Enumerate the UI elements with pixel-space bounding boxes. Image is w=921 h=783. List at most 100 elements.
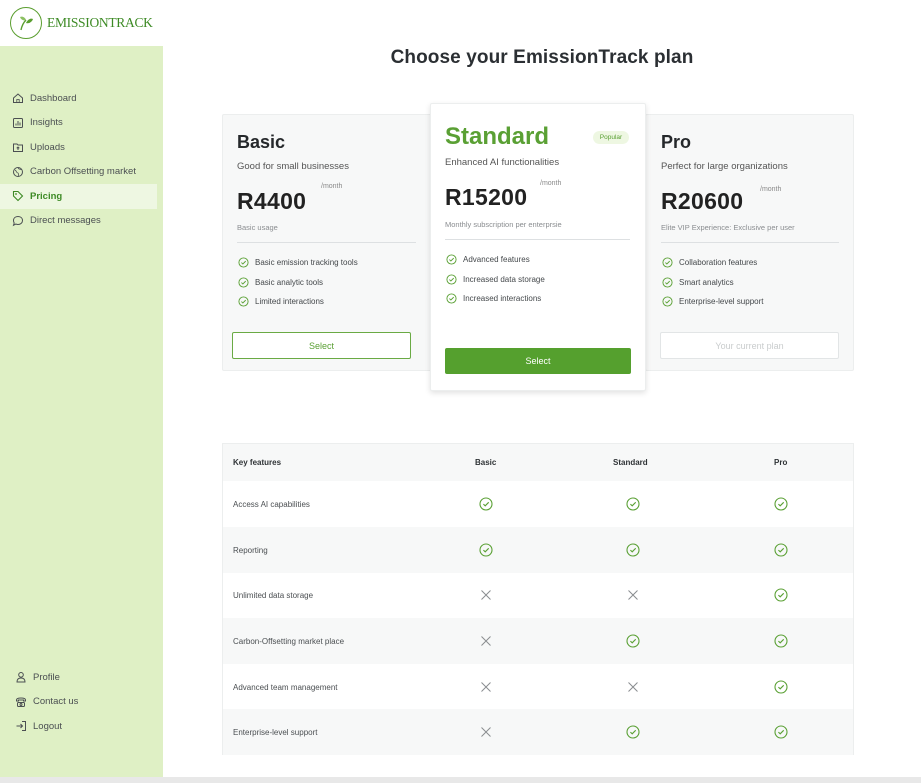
divider	[661, 242, 839, 243]
feature-item: Basic emission tracking tools	[238, 257, 358, 268]
per-month-label: /month	[760, 186, 782, 193]
cross-icon	[479, 725, 493, 739]
feature-label: Increased data storage	[463, 275, 545, 284]
cross-icon	[626, 588, 640, 602]
check-circle-icon	[662, 257, 673, 268]
feature-item: Limited interactions	[238, 296, 324, 307]
sidebar-item-label: Dashboard	[30, 92, 77, 104]
sidebar-item-carbon-offsetting[interactable]: Carbon Offsetting market	[0, 160, 163, 185]
sidebar-item-dashboard[interactable]: Dashboard	[0, 86, 163, 111]
sidebar: EMISSIONTRACK Dashboard Insights Uploads…	[0, 0, 163, 783]
table-row: Unlimited data storage	[223, 572, 853, 618]
plan-subtitle: Good for small businesses	[237, 161, 349, 172]
check-circle-icon	[662, 277, 673, 288]
per-month-label: /month	[321, 183, 343, 190]
select-standard-button[interactable]: Select	[445, 348, 631, 374]
check-circle-icon	[446, 293, 457, 304]
current-plan-button[interactable]: Your current plan	[660, 332, 839, 359]
check-circle-icon	[626, 725, 640, 739]
plan-subtitle: Enhanced AI functionalities	[445, 157, 560, 168]
divider	[237, 242, 416, 243]
feature-name-cell: Enterprise-level support	[233, 727, 318, 737]
check-circle-icon	[446, 274, 457, 285]
select-basic-button[interactable]: Select	[232, 332, 411, 359]
feature-item: Basic analytic tools	[238, 277, 323, 288]
brand-name: EMISSIONTRACK	[47, 15, 153, 30]
feature-item: Increased interactions	[446, 293, 541, 304]
sidebar-item-label: Insights	[30, 117, 63, 129]
comparison-table: Key features Basic Standard Pro Access A…	[222, 443, 854, 755]
sidebar-item-profile[interactable]: Profile	[0, 665, 163, 690]
sidebar-item-insights[interactable]: Insights	[0, 111, 163, 136]
check-circle-icon	[774, 497, 788, 511]
plan-note: Monthly subscription per enterprsie	[445, 220, 562, 229]
check-circle-icon	[479, 497, 493, 511]
sidebar-item-uploads[interactable]: Uploads	[0, 135, 163, 160]
feature-name-cell: Unlimited data storage	[233, 590, 314, 600]
feature-label: Limited interactions	[255, 297, 324, 306]
plan-price: R4400	[237, 188, 307, 214]
feature-name-cell: Advanced team management	[233, 682, 338, 692]
plan-name: Pro	[661, 132, 692, 152]
feature-label: Advanced features	[463, 255, 530, 264]
table-row: Advanced team management	[223, 664, 853, 710]
feature-item: Smart analytics	[662, 277, 734, 288]
check-circle-icon	[626, 634, 640, 648]
column-header-basic: Basic	[475, 458, 497, 467]
table-row: Enterprise-level support	[223, 709, 853, 755]
plan-name: Basic	[237, 132, 286, 152]
phone-icon	[14, 695, 28, 709]
chart-icon	[11, 116, 25, 130]
check-circle-icon	[238, 277, 249, 288]
check-circle-icon	[479, 543, 493, 557]
chat-icon	[11, 214, 25, 228]
page-title: Choose your EmissionTrack plan	[390, 47, 694, 68]
table-row: Carbon-Offsetting market place	[223, 618, 853, 664]
check-circle-icon	[238, 257, 249, 268]
feature-item: Advanced features	[446, 254, 530, 265]
plan-name: Standard	[445, 123, 550, 150]
plan-note: Elite VIP Experience: Exclusive per user	[661, 223, 795, 232]
sidebar-item-label: Uploads	[30, 141, 65, 153]
feature-label: Basic emission tracking tools	[255, 258, 358, 267]
sidebar-item-label: Pricing	[30, 190, 63, 202]
check-circle-icon	[626, 543, 640, 557]
feature-label: Increased interactions	[463, 294, 542, 303]
feature-name-cell: Reporting	[233, 545, 268, 555]
logo[interactable]: EMISSIONTRACK	[0, 0, 163, 46]
bottom-scroll-edge	[0, 777, 921, 783]
upload-icon	[11, 140, 25, 154]
popular-badge: Popular	[593, 131, 629, 144]
feature-label: Smart analytics	[679, 278, 734, 287]
check-circle-icon	[662, 296, 673, 307]
sidebar-bottom-nav: Profile Contact us Logout	[0, 665, 163, 739]
column-header-pro: Pro	[774, 458, 788, 467]
sidebar-item-label: Profile	[33, 671, 60, 683]
feature-item: Collaboration features	[662, 257, 757, 268]
leaf-logo-icon	[10, 7, 42, 39]
sidebar-item-label: Direct messages	[30, 215, 101, 227]
check-circle-icon	[774, 634, 788, 648]
feature-label: Enterprise-level support	[679, 297, 764, 306]
user-icon	[14, 670, 28, 684]
tag-icon	[11, 189, 25, 203]
check-circle-icon	[774, 543, 788, 557]
feature-label: Collaboration features	[679, 258, 758, 267]
cross-icon	[626, 680, 640, 694]
sidebar-item-direct-messages[interactable]: Direct messages	[0, 209, 163, 234]
sidebar-item-label: Contact us	[33, 696, 79, 708]
check-circle-icon	[774, 680, 788, 694]
sidebar-item-contact[interactable]: Contact us	[0, 690, 163, 715]
feature-item: Increased data storage	[446, 274, 545, 285]
column-header-standard: Standard	[613, 458, 648, 467]
sidebar-item-logout[interactable]: Logout	[0, 714, 163, 739]
sidebar-item-pricing[interactable]: Pricing	[0, 184, 157, 209]
feature-name-cell: Carbon-Offsetting market place	[233, 636, 345, 646]
home-icon	[11, 91, 25, 105]
feature-name-cell: Access AI capabilities	[233, 499, 310, 509]
divider	[445, 239, 630, 240]
sidebar-nav: Dashboard Insights Uploads Carbon Offset…	[0, 86, 163, 233]
cross-icon	[479, 680, 493, 694]
per-month-label: /month	[540, 180, 562, 187]
feature-item: Enterprise-level support	[662, 296, 763, 307]
